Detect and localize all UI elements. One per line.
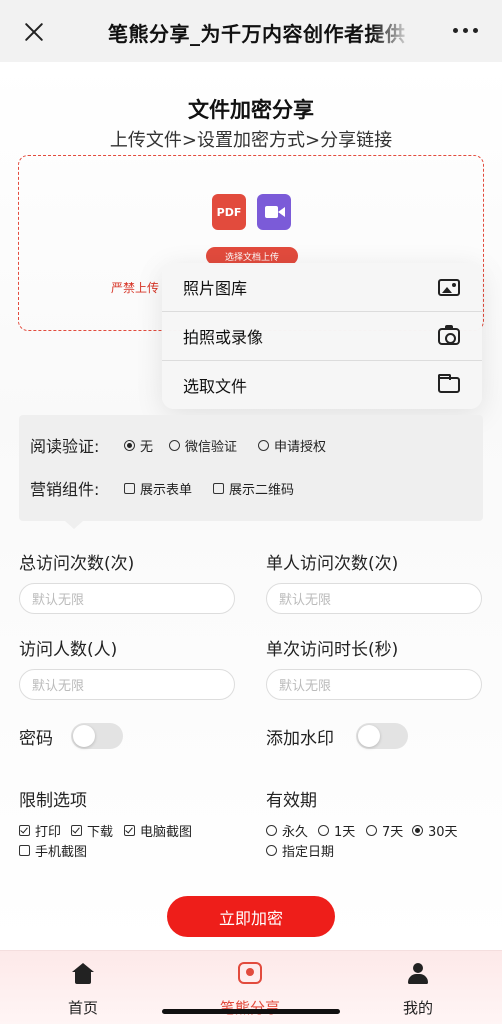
menu-item-choose-file[interactable]: 选取文件 [162,361,482,409]
checkbox-box [71,825,82,836]
video-icon [257,194,291,230]
file-picker-menu: 照片图库 拍照或录像 选取文件 [162,263,482,409]
menu-item-label: 拍照或录像 [183,328,264,347]
radio-dot [266,845,277,856]
tab-home[interactable]: 首页 [33,951,133,1024]
photos-icon [438,278,460,296]
total-visits-input[interactable]: 默认无限 [19,583,235,614]
marketing-label: 营销组件: [30,480,100,499]
radio-label: 永久 [282,825,309,840]
more-options-icon[interactable] [453,28,478,33]
radio-validity-30day[interactable]: 30天 [412,821,458,840]
restrictions-label: 限制选项 [19,791,87,811]
radio-label: 无 [140,440,154,455]
checkbox-phone-screenshot[interactable]: 手机截图 [19,841,87,860]
tab-label: 我的 [402,999,433,1017]
password-label: 密码 [19,729,53,749]
checkbox-box [213,483,224,494]
hero-title: 文件加密分享 [188,98,314,122]
watermark-label: 添加水印 [266,729,334,749]
hero-subtitle: 上传文件>设置加密方式>分享链接 [109,130,393,151]
checkbox-box [19,845,30,856]
password-toggle[interactable] [71,723,123,749]
menu-item-label: 照片图库 [183,279,248,298]
radio-dot [169,440,180,451]
pdf-icon: PDF [212,194,246,230]
encrypt-now-button[interactable]: 立即加密 [167,896,335,937]
checkbox-label: 打印 [35,825,62,840]
menu-item-take-photo[interactable]: 拍照或录像 [162,312,482,360]
radio-validity-1day[interactable]: 1天 [318,821,355,840]
checkbox-show-qrcode[interactable]: 展示二维码 [213,479,294,498]
upload-warning: 严禁上传 [111,281,160,295]
checkbox-label: 手机截图 [35,845,88,860]
home-icon [72,963,94,984]
radio-dot [124,440,135,451]
checkbox-box [124,483,135,494]
radio-validity-permanent[interactable]: 永久 [266,821,308,840]
share-icon [238,962,262,984]
radio-validity-custom-date[interactable]: 指定日期 [266,841,334,860]
radio-label: 申请授权 [274,440,327,455]
checkbox-label: 下载 [87,825,114,840]
checkbox-show-form[interactable]: 展示表单 [124,479,192,498]
per-user-visits-label: 单人访问次数(次) [266,554,399,574]
visitor-count-label: 访问人数(人) [19,640,118,660]
radio-dot [258,440,269,451]
tab-label: 首页 [67,999,98,1017]
folder-icon [438,374,460,393]
checkbox-pc-screenshot[interactable]: 电脑截图 [124,821,192,840]
total-visits-label: 总访问次数(次) [19,554,135,574]
checkbox-print[interactable]: 打印 [19,821,61,840]
checkbox-label: 展示表单 [140,483,193,498]
home-indicator [162,1009,340,1014]
radio-label: 7天 [382,825,404,840]
checkbox-label: 电脑截图 [140,825,193,840]
read-verify-label: 阅读验证: [30,437,100,456]
top-navigation-bar: 笔熊分享_为千万内容创作者提供 [0,0,502,62]
visitor-count-input[interactable]: 默认无限 [19,669,235,700]
title-fade [372,12,412,50]
menu-item-label: 选取文件 [183,377,248,396]
radio-verify-request[interactable]: 申请授权 [258,436,326,455]
menu-item-photo-library[interactable]: 照片图库 [162,263,482,311]
radio-dot [266,825,277,836]
visit-duration-label: 单次访问时长(秒) [266,640,399,660]
main-content: 文件加密分享 上传文件>设置加密方式>分享链接 PDF 选择文档上传 严禁上传 … [0,62,502,950]
radio-label: 30天 [428,825,458,840]
radio-label: 指定日期 [282,845,335,860]
radio-label: 1天 [334,825,356,840]
radio-dot [412,825,423,836]
radio-verify-none[interactable]: 无 [124,436,153,455]
watermark-toggle[interactable] [356,723,408,749]
validity-label: 有效期 [266,791,317,811]
radio-validity-7day[interactable]: 7天 [366,821,403,840]
checkbox-box [124,825,135,836]
radio-dot [318,825,329,836]
tab-label: 笔熊分享 [219,999,280,1017]
per-user-visits-input[interactable]: 默认无限 [266,583,482,614]
page-title: 笔熊分享_为千万内容创作者提供 [108,22,406,46]
visit-duration-input[interactable]: 默认无限 [266,669,482,700]
checkbox-download[interactable]: 下载 [71,821,113,840]
close-icon[interactable] [20,18,48,46]
camera-icon [438,324,460,345]
user-icon [408,963,428,985]
radio-label: 微信验证 [185,440,238,455]
checkbox-label: 展示二维码 [229,483,295,498]
verification-settings-panel: 阅读验证: 无 微信验证 申请授权 营销组件: 展示表单 展示二维码 [19,415,483,529]
radio-dot [366,825,377,836]
tab-mine[interactable]: 我的 [368,951,468,1024]
pdf-icon-label: PDF [216,205,242,219]
checkbox-box [19,825,30,836]
radio-verify-wechat[interactable]: 微信验证 [169,436,237,455]
